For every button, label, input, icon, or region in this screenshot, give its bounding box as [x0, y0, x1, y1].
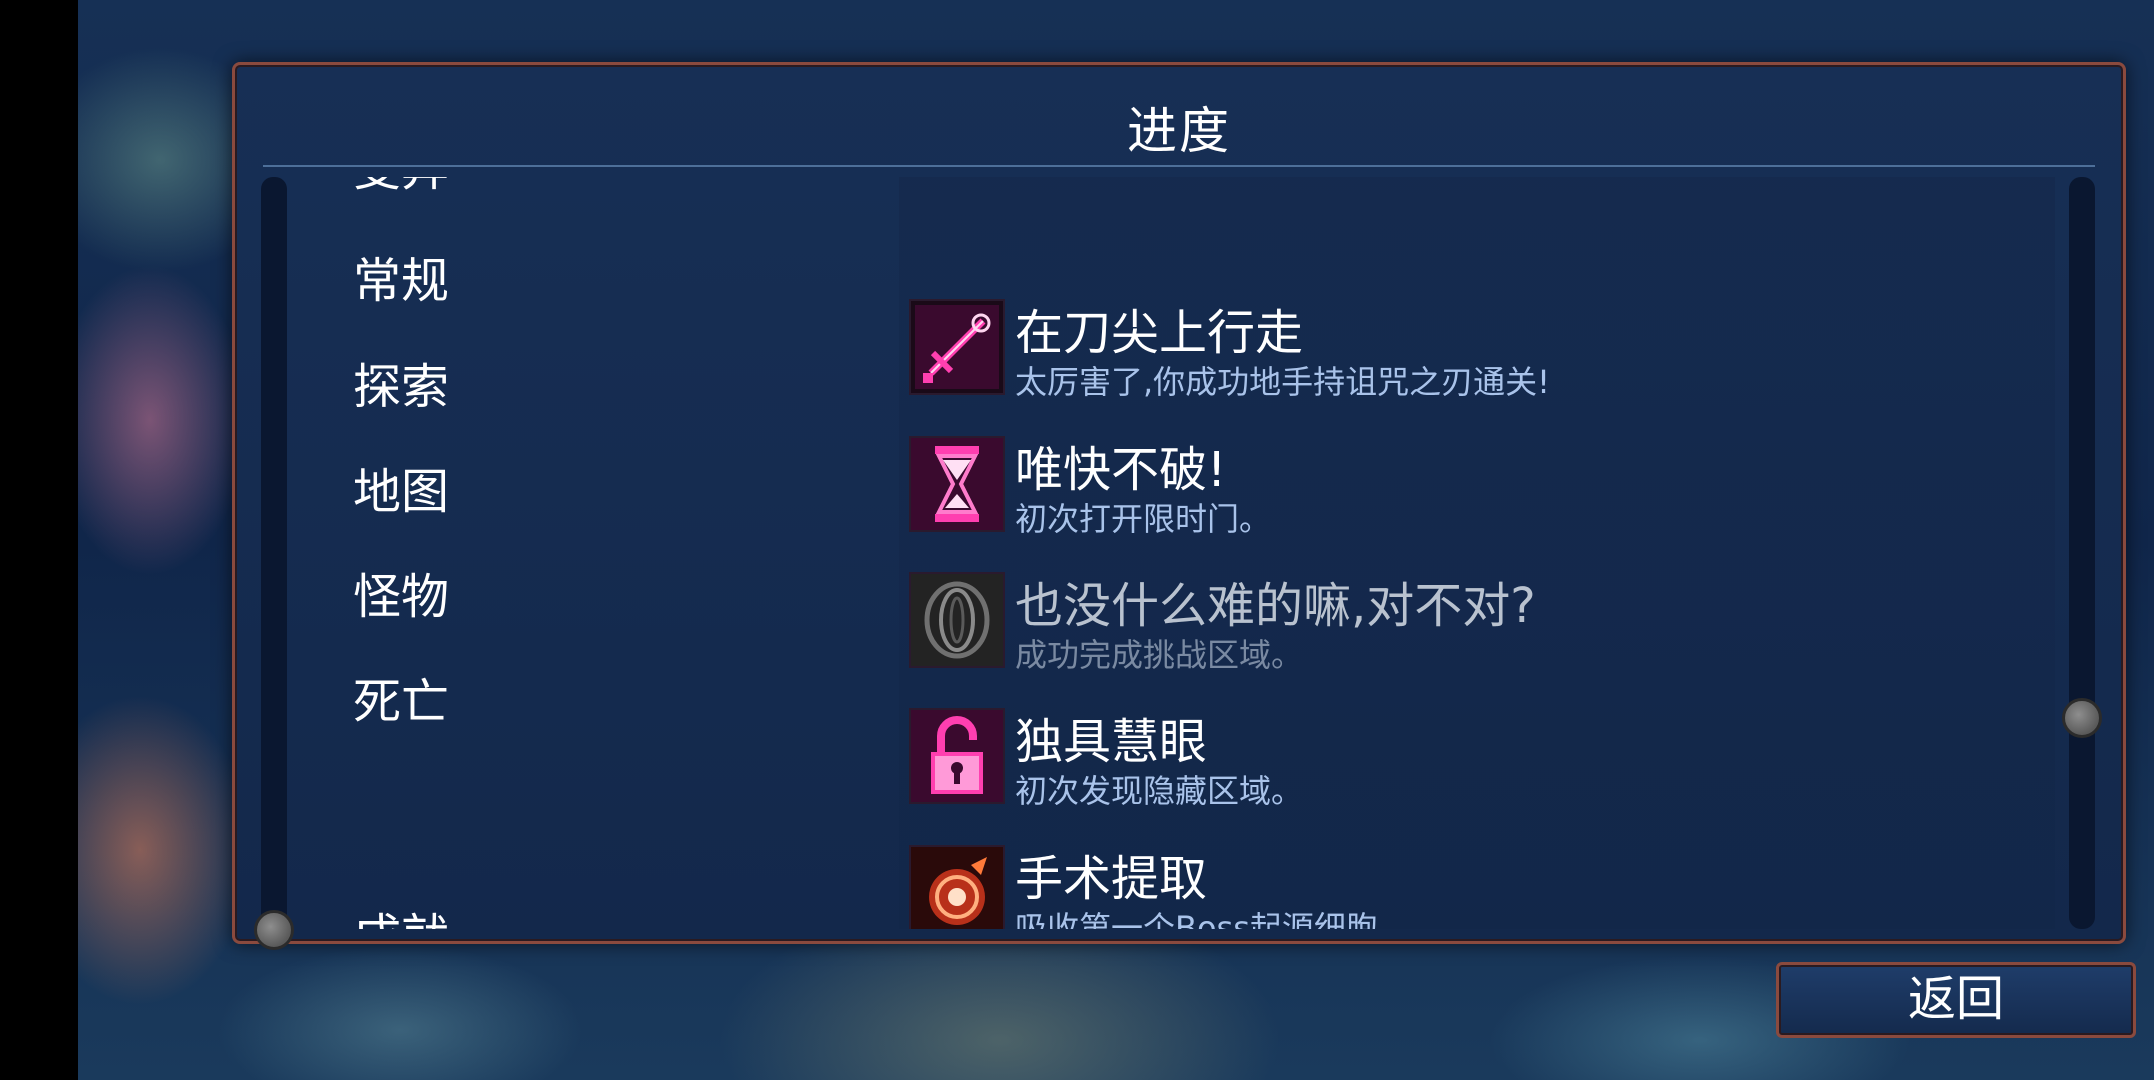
category-scroll-thumb[interactable]: [254, 910, 294, 950]
achievement-scroll-thumb[interactable]: [2062, 698, 2102, 738]
hourglass-icon: [909, 436, 1005, 532]
category-exploration[interactable]: 探索: [353, 357, 449, 417]
progress-panel: 进度 变异 常规 探索 地图 怪物 死亡 成就: [232, 62, 2126, 944]
category-achievements[interactable]: 成就: [353, 907, 449, 929]
sword-icon: [909, 299, 1005, 395]
achievement-item[interactable]: 在刀尖上行走 太厉害了,你成功地手持诅咒之刃通关!: [909, 293, 2049, 403]
achievement-title: 在刀尖上行走: [1015, 305, 1304, 361]
achievement-description: 吸收第一个Boss起源细胞。: [1015, 909, 1410, 929]
challenge-rune-icon: [909, 572, 1005, 668]
unlocked-padlock-icon: [909, 708, 1005, 804]
category-list: 变异 常规 探索 地图 怪物 死亡 成就: [235, 177, 875, 929]
title-divider: [263, 165, 2095, 167]
achievement-item[interactable]: 唯快不破! 初次打开限时门。: [909, 430, 2049, 540]
achievement-title: 独具慧眼: [1015, 714, 1208, 770]
panel-title: 进度: [1127, 102, 1231, 160]
achievement-title: 手术提取: [1015, 851, 1208, 907]
screen-edge-bar: [0, 0, 78, 1080]
achievement-scrollbar[interactable]: [2069, 177, 2095, 929]
category-general[interactable]: 常规: [353, 251, 449, 311]
achievement-item[interactable]: 手术提取 吸收第一个Boss起源细胞。: [909, 839, 2049, 929]
achievement-description: 太厉害了,你成功地手持诅咒之刃通关!: [1015, 363, 1551, 401]
achievement-title: 也没什么难的嘛,对不对?: [1015, 578, 1536, 634]
achievement-description: 成功完成挑战区域。: [1015, 636, 1304, 674]
achievement-item-locked[interactable]: 也没什么难的嘛,对不对? 成功完成挑战区域。: [909, 566, 2049, 676]
achievement-description: 初次打开限时门。: [1015, 500, 1272, 538]
category-deaths[interactable]: 死亡: [353, 672, 449, 732]
category-map[interactable]: 地图: [353, 462, 449, 522]
achievement-description: 初次发现隐藏区域。: [1015, 772, 1304, 810]
category-mutations[interactable]: 变异: [353, 177, 449, 199]
back-button[interactable]: 返回: [1776, 962, 2136, 1038]
achievement-title: 唯快不破!: [1015, 442, 1227, 498]
achievement-list: 在刀尖上行走 太厉害了,你成功地手持诅咒之刃通关! 唯快不破! 初次打开限时门。: [899, 177, 2055, 929]
boss-cell-icon: [909, 845, 1005, 929]
category-monsters[interactable]: 怪物: [353, 567, 449, 627]
achievement-item[interactable]: 独具慧眼 初次发现隐藏区域。: [909, 702, 2049, 812]
